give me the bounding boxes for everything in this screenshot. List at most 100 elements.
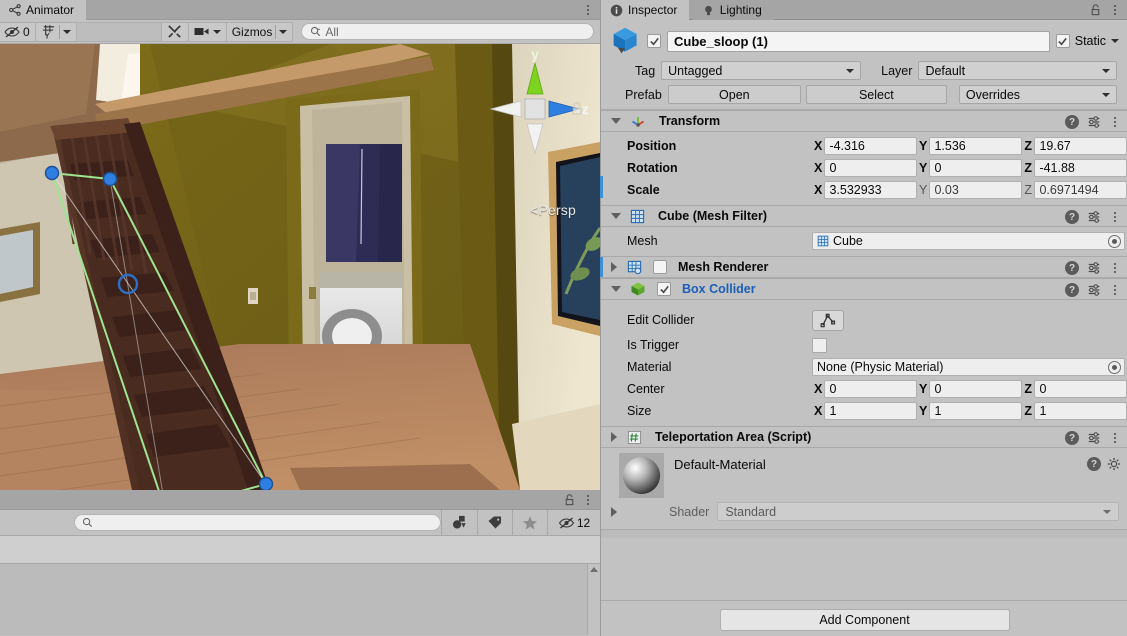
component-header-mesh-renderer[interactable]: Mesh Renderer ? bbox=[600, 256, 1127, 278]
filter-by-type-button[interactable] bbox=[441, 510, 477, 535]
mesh-renderer-enabled-checkbox[interactable] bbox=[653, 260, 667, 274]
preset-icon[interactable] bbox=[1087, 283, 1101, 297]
tag-dropdown[interactable]: Untagged bbox=[661, 61, 862, 80]
toggle-hidden-objects-button[interactable]: 0 bbox=[0, 21, 36, 42]
gizmos-dropdown-icon[interactable] bbox=[279, 29, 288, 34]
center-z-input[interactable]: 0 bbox=[1034, 380, 1127, 398]
prefab-select-button[interactable]: Select bbox=[805, 85, 947, 104]
axis-x-label: X bbox=[814, 404, 823, 418]
project-scrollbar[interactable] bbox=[587, 564, 600, 635]
grid-snap-dropdown-icon[interactable] bbox=[62, 29, 71, 34]
component-menu-button[interactable] bbox=[1109, 282, 1121, 298]
project-hidden-count-button[interactable]: 12 bbox=[547, 510, 600, 535]
scale-x-input[interactable]: 3.532933 bbox=[824, 181, 917, 199]
component-title: Teleportation Area (Script) bbox=[655, 430, 812, 444]
rotation-z-input[interactable]: -41.88 bbox=[1034, 159, 1127, 177]
help-icon[interactable]: ? bbox=[1065, 210, 1079, 224]
tab-animator[interactable]: Animator bbox=[0, 0, 87, 20]
tab-lighting[interactable]: Lighting bbox=[692, 0, 774, 20]
cube-prefab-icon[interactable] bbox=[611, 26, 641, 56]
component-menu-button[interactable] bbox=[1109, 209, 1121, 225]
scale-z-input[interactable]: 0.6971494 bbox=[1034, 181, 1127, 199]
scene-viewport[interactable]: y z <Persp bbox=[0, 44, 600, 490]
static-toggle[interactable]: Static bbox=[1055, 34, 1119, 48]
tab-inspector[interactable]: Inspector bbox=[601, 0, 690, 20]
add-component-button[interactable]: Add Component bbox=[719, 609, 1010, 631]
preset-icon[interactable] bbox=[1087, 210, 1101, 224]
help-icon[interactable]: ? bbox=[1065, 261, 1079, 275]
shader-dropdown[interactable]: Standard bbox=[717, 502, 1119, 521]
component-menu-button[interactable] bbox=[1109, 430, 1121, 446]
layer-dropdown[interactable]: Default bbox=[918, 61, 1117, 80]
rotation-x-input[interactable]: 0 bbox=[824, 159, 917, 177]
size-z-input[interactable]: 1 bbox=[1034, 402, 1127, 420]
grid-snap-button[interactable] bbox=[34, 21, 77, 42]
scene-camera-dropdown-icon[interactable] bbox=[212, 29, 221, 34]
size-x-input[interactable]: 1 bbox=[824, 402, 917, 420]
prefab-open-button[interactable]: Open bbox=[667, 85, 801, 104]
object-picker-icon[interactable] bbox=[1108, 361, 1121, 374]
gizmos-button[interactable]: Gizmos bbox=[225, 21, 294, 42]
material-sphere-preview[interactable] bbox=[619, 453, 664, 498]
box-collider-enabled-checkbox[interactable] bbox=[657, 282, 671, 296]
expand-triangle-icon[interactable] bbox=[611, 286, 621, 292]
component-header-teleportation-area[interactable]: Teleportation Area (Script) ? bbox=[601, 426, 1127, 448]
scene-search-input[interactable]: All bbox=[301, 23, 594, 40]
rotation-y-input[interactable]: 0 bbox=[929, 159, 1022, 177]
gameobject-name-input[interactable]: Cube_sloop (1) bbox=[667, 30, 1050, 52]
scale-y-input[interactable]: 0.03 bbox=[929, 181, 1022, 199]
lock-open-icon[interactable] bbox=[570, 102, 584, 116]
expand-triangle-icon[interactable] bbox=[611, 432, 617, 442]
position-x-input[interactable]: -4.316 bbox=[824, 137, 917, 155]
component-header-box-collider[interactable]: Box Collider ? bbox=[601, 278, 1127, 300]
scene-panel-menu-button[interactable] bbox=[582, 2, 594, 18]
help-icon[interactable]: ? bbox=[1065, 283, 1079, 297]
static-dropdown-icon[interactable] bbox=[1111, 39, 1119, 43]
edit-collider-button[interactable] bbox=[812, 309, 844, 331]
position-y-input[interactable]: 1.536 bbox=[929, 137, 1022, 155]
preset-icon[interactable] bbox=[1087, 431, 1101, 445]
prefab-overrides-dropdown[interactable]: Overrides bbox=[958, 85, 1117, 104]
component-header-mesh-filter[interactable]: Cube (Mesh Filter) ? bbox=[601, 205, 1127, 227]
center-y-input[interactable]: 0 bbox=[929, 380, 1022, 398]
lock-open-icon[interactable] bbox=[1089, 3, 1102, 17]
gear-icon[interactable] bbox=[1107, 457, 1121, 471]
project-panel-menu-button[interactable] bbox=[582, 492, 594, 508]
gameobject-enabled-checkbox[interactable] bbox=[647, 34, 661, 48]
favorites-button[interactable] bbox=[511, 510, 548, 535]
component-header-transform[interactable]: Transform ? bbox=[601, 110, 1127, 132]
inspector-gap bbox=[601, 530, 1127, 538]
filter-by-label-button[interactable] bbox=[476, 510, 512, 535]
expand-triangle-icon[interactable] bbox=[611, 118, 621, 124]
size-y-input[interactable]: 1 bbox=[929, 402, 1022, 420]
component-menu-button[interactable] bbox=[1109, 114, 1121, 130]
expand-triangle-icon[interactable] bbox=[611, 262, 617, 272]
axis-y-label: Y bbox=[919, 404, 928, 418]
expand-triangle-icon[interactable] bbox=[611, 213, 621, 219]
object-picker-icon[interactable] bbox=[1108, 235, 1121, 248]
lock-open-icon[interactable] bbox=[563, 493, 576, 507]
scene-tools-button[interactable] bbox=[160, 21, 189, 42]
is-trigger-checkbox[interactable] bbox=[812, 337, 827, 353]
material-expand-triangle-icon[interactable] bbox=[611, 507, 617, 517]
override-accent-bar bbox=[600, 257, 603, 277]
help-icon[interactable]: ? bbox=[1065, 431, 1079, 445]
physic-material-object-field[interactable]: None (Physic Material) bbox=[812, 358, 1125, 376]
inspector-menu-button[interactable] bbox=[1109, 2, 1121, 18]
project-search-input[interactable] bbox=[74, 514, 442, 531]
viewport-projection-label[interactable]: <Persp bbox=[530, 202, 576, 218]
static-checkbox[interactable] bbox=[1055, 34, 1070, 48]
project-content-area[interactable] bbox=[0, 564, 600, 635]
mesh-object-field[interactable]: Cube bbox=[812, 232, 1125, 250]
preset-icon[interactable] bbox=[1087, 115, 1101, 129]
center-x-input[interactable]: 0 bbox=[824, 380, 917, 398]
component-menu-button[interactable] bbox=[1109, 260, 1121, 276]
preset-icon[interactable] bbox=[1087, 261, 1101, 275]
help-icon[interactable]: ? bbox=[1087, 457, 1101, 471]
scene-camera-button[interactable] bbox=[187, 21, 227, 42]
scroll-up-arrow-icon[interactable] bbox=[590, 567, 598, 572]
edit-collider-row: Edit Collider bbox=[601, 306, 1127, 334]
help-icon[interactable]: ? bbox=[1065, 115, 1079, 129]
position-z-input[interactable]: 19.67 bbox=[1034, 137, 1127, 155]
physic-material-row: Material None (Physic Material) bbox=[601, 356, 1127, 378]
